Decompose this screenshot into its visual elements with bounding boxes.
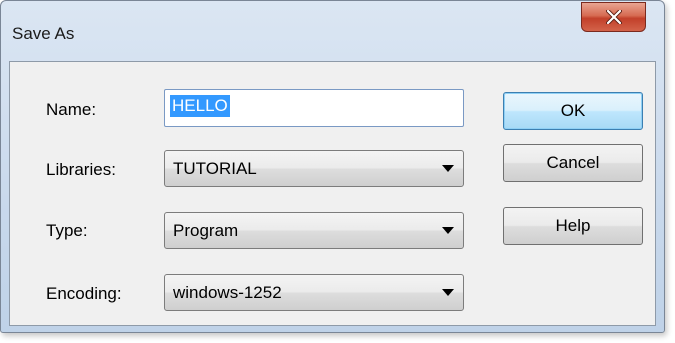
save-as-dialog: Save As Name: HELLO Libraries: TUTORIAL … (0, 0, 665, 333)
encoding-label: Encoding: (46, 284, 122, 303)
encoding-dropdown[interactable]: windows-1252 (164, 274, 464, 311)
name-label: Name: (46, 100, 97, 119)
libraries-label: Libraries: (46, 160, 116, 179)
chevron-down-icon (442, 165, 454, 172)
name-input[interactable]: HELLO (164, 89, 464, 127)
close-button[interactable] (581, 2, 646, 32)
close-icon (605, 10, 622, 24)
type-value: Program (173, 221, 239, 240)
title-bar[interactable]: Save As (1, 1, 664, 61)
ok-button[interactable]: OK (503, 92, 643, 130)
chevron-down-icon (442, 289, 454, 296)
chevron-down-icon (442, 227, 454, 234)
libraries-dropdown[interactable]: TUTORIAL (164, 150, 464, 187)
dialog-title: Save As (12, 24, 75, 43)
cancel-button[interactable]: Cancel (503, 144, 643, 182)
name-input-selected-text: HELLO (170, 95, 230, 117)
dialog-body: Name: HELLO Libraries: TUTORIAL Type: Pr… (9, 61, 656, 326)
type-label: Type: (46, 221, 88, 240)
libraries-value: TUTORIAL (173, 159, 257, 178)
encoding-value: windows-1252 (173, 283, 282, 302)
help-button[interactable]: Help (503, 207, 643, 245)
type-dropdown[interactable]: Program (164, 212, 464, 249)
